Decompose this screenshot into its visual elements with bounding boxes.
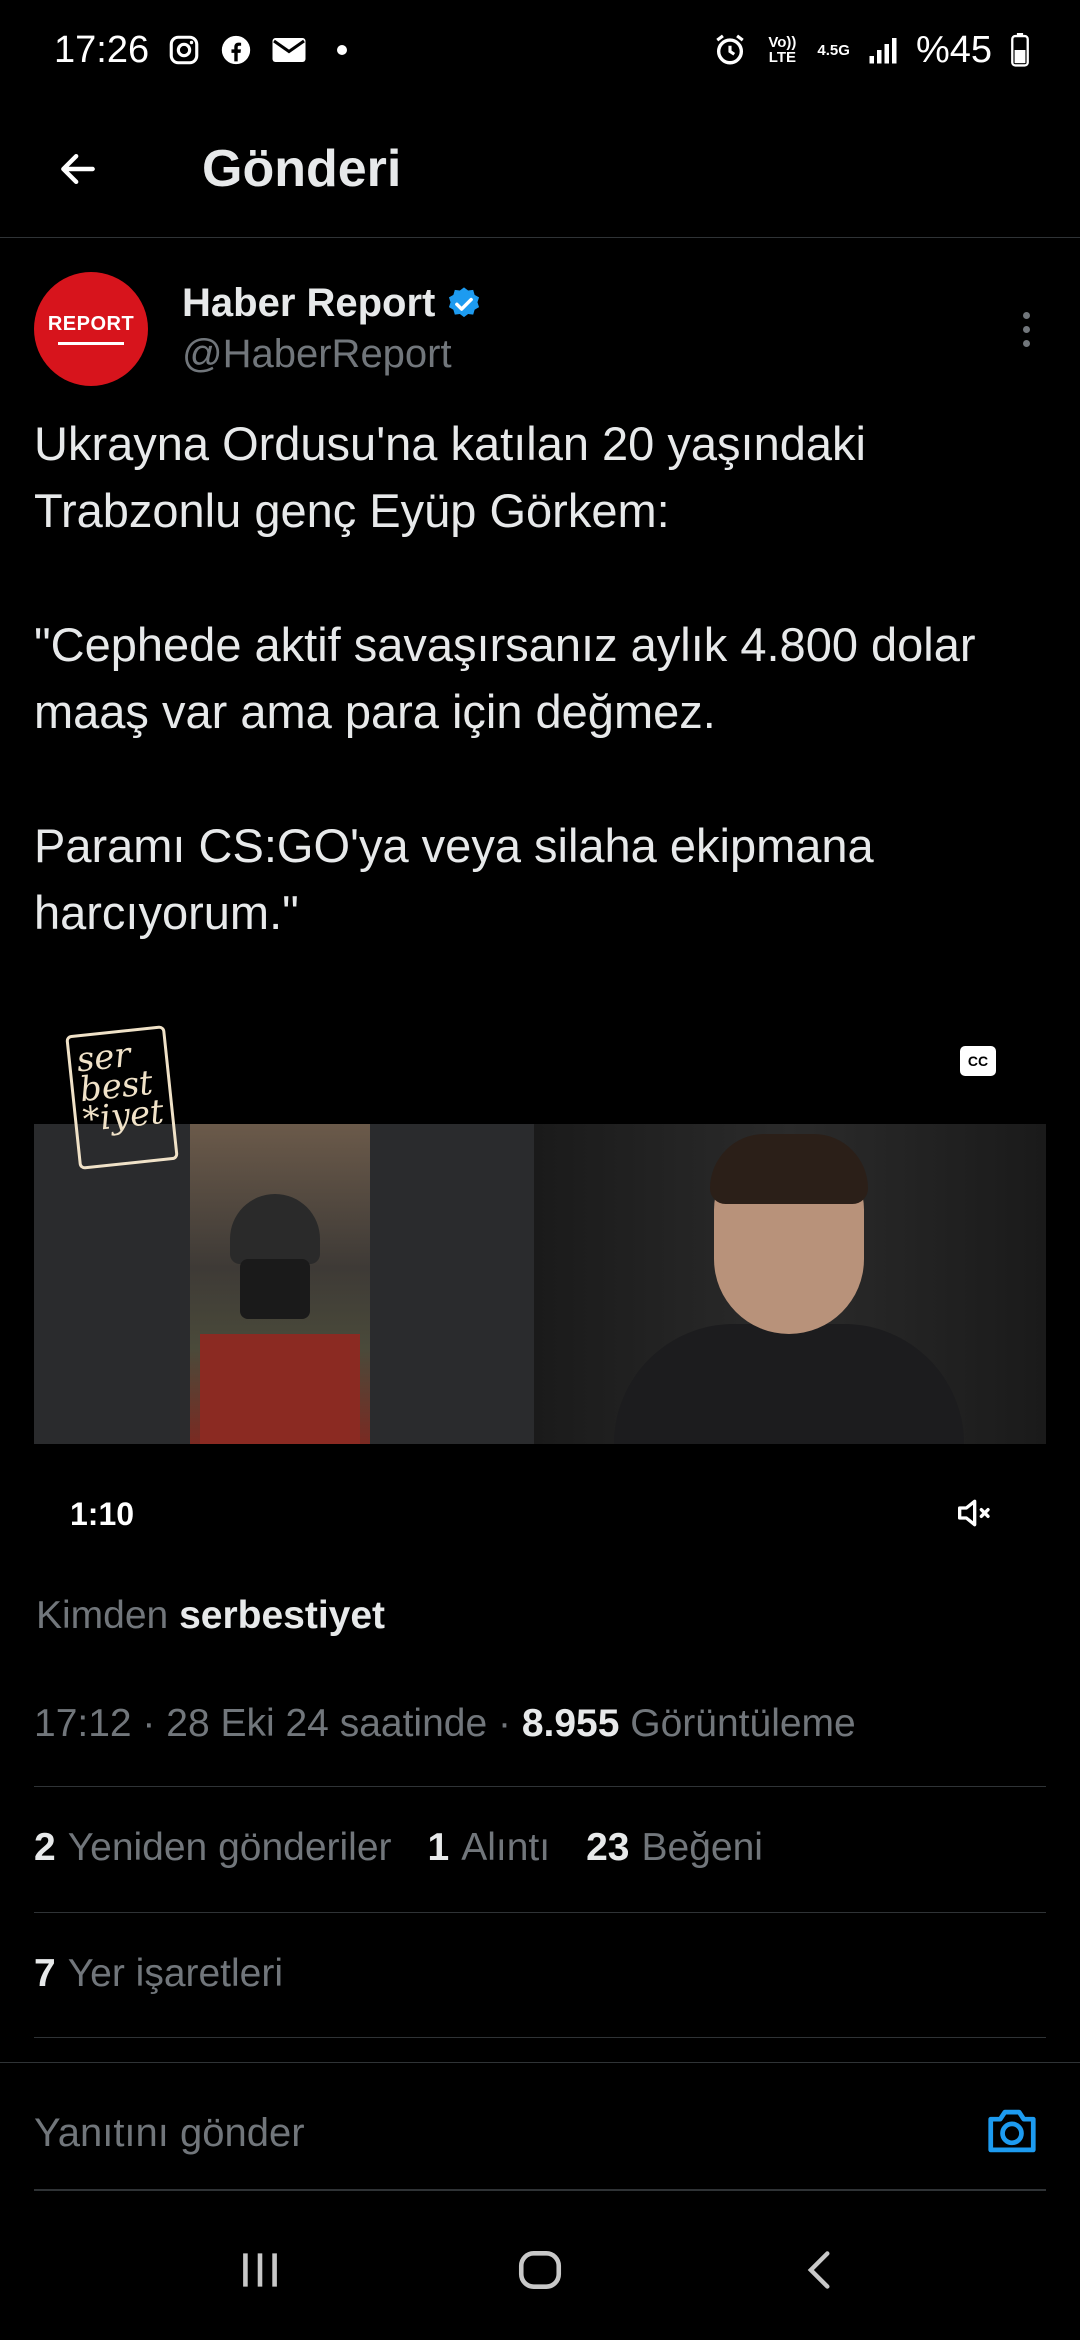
bookmarks-count: 7 — [34, 1952, 56, 1995]
quotes-link[interactable]: 1 Alıntı — [428, 1826, 551, 1870]
video-frame — [34, 1124, 1046, 1444]
reposts-label: Yeniden gönderiler — [67, 1826, 392, 1869]
quotes-label: Alıntı — [461, 1826, 551, 1869]
views-count: 8.955 — [521, 1702, 620, 1745]
home-button[interactable] — [490, 2230, 590, 2310]
bookmarks-label: Yer işaretleri — [67, 1952, 284, 1995]
author-row: REPORT Haber Report @HaberReport — [34, 270, 1046, 388]
likes-label: Beğeni — [641, 1826, 763, 1869]
post-text-line: Paramı CS:GO'ya veya silaha ekipmana har… — [34, 819, 874, 939]
signal-icon — [868, 36, 898, 64]
recent-apps-icon — [243, 2253, 277, 2287]
post-text: Ukrayna Ordusu'na katılan 20 yaşındaki T… — [34, 410, 1044, 946]
camera-icon — [988, 2109, 1036, 2153]
video-player[interactable]: ser best *iyet CC 1:10 — [34, 1008, 1046, 1532]
reply-input[interactable]: Yanıtını gönder — [34, 2111, 305, 2156]
volte-indicator: Vo)) LTE — [768, 34, 797, 66]
video-source: Kimden serbestiyet — [36, 1594, 385, 1638]
status-right: Vo)) LTE 4.5G %45 — [713, 29, 1030, 72]
quotes-count: 1 — [427, 1826, 450, 1869]
source-label: Kimden — [36, 1594, 169, 1637]
notification-dot-icon — [337, 45, 348, 55]
network-type: 4.5G — [817, 41, 850, 59]
bookmarks-link[interactable]: 7 Yer işaretleri — [34, 1952, 283, 1996]
alarm-icon — [713, 33, 747, 67]
page-title: Gönderi — [202, 139, 402, 198]
views-label: Görüntüleme — [630, 1702, 856, 1745]
back-nav-button[interactable] — [770, 2230, 870, 2310]
more-dot-icon — [1022, 311, 1030, 319]
volume-muted-icon — [958, 1499, 990, 1527]
chevron-left-icon — [807, 2251, 830, 2289]
avatar[interactable]: REPORT — [34, 272, 148, 386]
author-name-row: Haber Report — [182, 281, 1006, 326]
channel-logo: ser best *iyet — [65, 1025, 179, 1170]
reply-composer: Yanıtını gönder — [0, 2062, 1080, 2192]
status-bar: 17:26 Vo)) LTE 4.5G %45 — [0, 0, 1080, 100]
video-duration: 1:10 — [70, 1496, 135, 1532]
captions-button[interactable]: CC — [960, 1046, 996, 1076]
avatar-underline — [58, 342, 124, 345]
logo-line: *iyet — [81, 1091, 166, 1141]
video-left-pane — [34, 1124, 534, 1444]
engagement-stats: 2 Yeniden gönderiler 1 Alıntı 23 Beğeni — [34, 1826, 763, 1870]
soldier-image — [190, 1124, 370, 1444]
reply-underline — [34, 2189, 1046, 2191]
top-app-bar: Gönderi — [0, 100, 1080, 238]
recent-apps-button[interactable] — [210, 2230, 310, 2310]
verified-badge-icon — [449, 286, 480, 317]
avatar-logo-text: REPORT — [47, 313, 135, 335]
divider — [34, 2037, 1046, 2038]
more-dot-icon — [1022, 339, 1030, 347]
instagram-icon — [167, 33, 201, 67]
likes-count: 23 — [586, 1826, 630, 1869]
reposts-count: 2 — [34, 1826, 56, 1869]
post-meta: 17:12 · 28 Eki 24 saatinde · 8.955 Görün… — [34, 1702, 856, 1746]
video-right-pane — [534, 1124, 1046, 1444]
post-text-line: "Cephede aktif savaşırsanız aylık 4.800 … — [34, 618, 976, 738]
home-icon — [518, 2251, 562, 2289]
reposts-link[interactable]: 2 Yeniden gönderiler — [34, 1826, 392, 1870]
battery-percent: %45 — [915, 28, 992, 71]
likes-link[interactable]: 23 Beğeni — [586, 1826, 763, 1870]
battery-icon — [1010, 33, 1030, 67]
more-dot-icon — [1022, 325, 1030, 333]
divider — [34, 1786, 1046, 1787]
back-button[interactable] — [38, 129, 118, 209]
post-timestamp[interactable]: 17:12 · 28 Eki 24 saatinde · — [34, 1702, 511, 1745]
camera-button[interactable] — [982, 2103, 1042, 2159]
status-left: 17:26 — [54, 28, 348, 72]
author-name[interactable]: Haber Report — [182, 281, 435, 326]
mail-icon — [271, 35, 307, 65]
source-account-link[interactable]: serbestiyet — [179, 1594, 385, 1637]
author-handle[interactable]: @HaberReport — [182, 332, 1006, 377]
author-info: Haber Report @HaberReport — [182, 281, 1006, 377]
arrow-left-icon — [61, 153, 95, 184]
mute-button[interactable] — [948, 1488, 998, 1538]
clock: 17:26 — [54, 28, 150, 71]
divider — [34, 1912, 1046, 1913]
post-text-line: Ukrayna Ordusu'na katılan 20 yaşındaki T… — [34, 417, 866, 537]
more-options-button[interactable] — [1006, 299, 1046, 359]
system-nav-bar — [0, 2200, 1080, 2340]
facebook-icon — [219, 33, 253, 67]
